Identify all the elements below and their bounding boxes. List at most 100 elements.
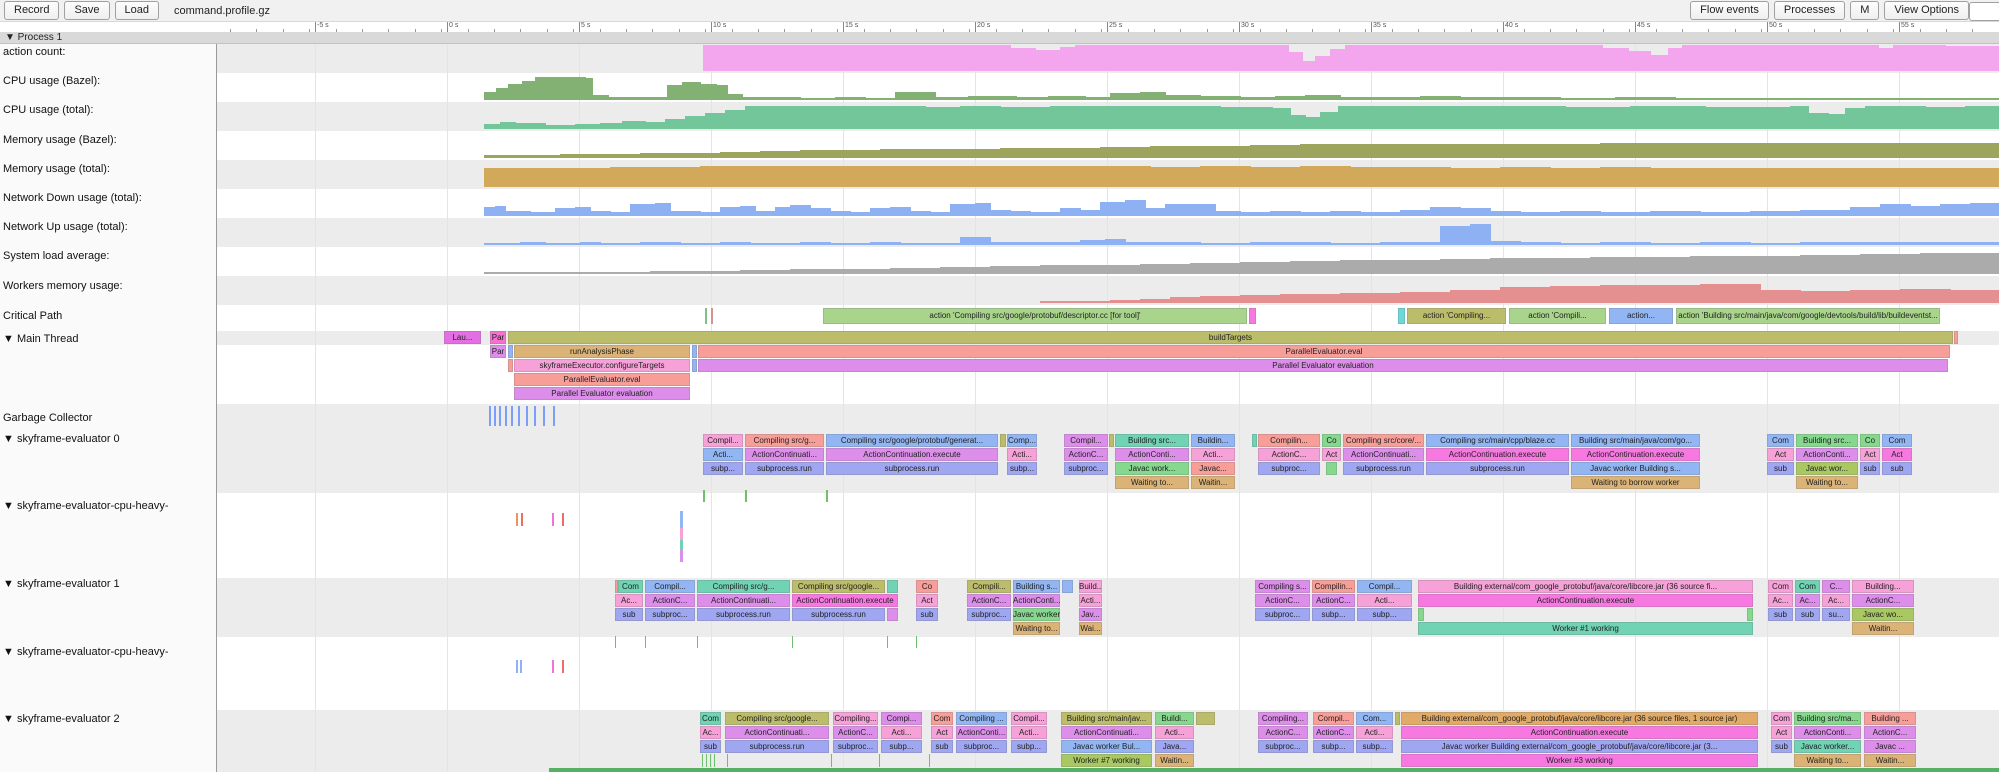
trace-event-bar[interactable]: Building external/com_google_protobuf/ja… — [1418, 580, 1753, 593]
trace-event-bar[interactable]: Compil... — [645, 580, 695, 593]
event-tick-mark[interactable] — [706, 754, 707, 767]
trace-event-bar[interactable]: Com — [1795, 580, 1820, 593]
trace-event-bar[interactable]: Compiling... — [1258, 712, 1308, 725]
trace-event-bar[interactable]: Waitin... — [1191, 476, 1235, 489]
trace-event-bar[interactable]: Compiling src/google... — [792, 580, 885, 593]
toolbar-stub-button[interactable] — [1969, 2, 1999, 21]
trace-event-bar[interactable]: Acti... — [1007, 448, 1037, 461]
trace-event-bar[interactable]: ParallelEvaluator.eval — [698, 345, 1950, 358]
event-tick-mark[interactable] — [494, 406, 496, 426]
trace-event-bar[interactable]: Compili... — [967, 580, 1011, 593]
trace-event-bar[interactable]: Parallel Evaluator evaluation — [698, 359, 1948, 372]
trace-event-bar[interactable]: ActionContinuati... — [745, 448, 824, 461]
trace-event-bar[interactable]: subprocess.run — [745, 462, 824, 475]
trace-event-bar[interactable]: ActionContinuation.execute — [1426, 448, 1569, 461]
event-tick-mark[interactable] — [680, 540, 683, 550]
trace-event-bar[interactable]: Building src... — [1115, 434, 1189, 447]
track-label-toggle[interactable]: ▼ skyframe-evaluator 1 — [3, 578, 120, 590]
trace-event-bar[interactable]: Acti... — [1356, 726, 1393, 739]
trace-event-bar[interactable]: action 'Building src/main/java/com/googl… — [1676, 308, 1940, 324]
trace-event-bar[interactable]: Buildi... — [1155, 712, 1194, 725]
trace-event-bar[interactable]: Building src/main/java/com/go... — [1571, 434, 1700, 447]
trace-event-bar[interactable]: subprocess.run — [826, 462, 998, 475]
trace-event-bar[interactable]: Build... — [1079, 580, 1102, 593]
trace-event-bar[interactable]: Javac worker Building s... — [1571, 462, 1700, 475]
trace-event-bar[interactable]: sub — [1771, 740, 1792, 753]
trace-event-bar[interactable]: ActionC... — [833, 726, 878, 739]
view-options-button[interactable]: View Options — [1884, 1, 1969, 20]
trace-event-bar[interactable]: subp... — [1312, 608, 1355, 621]
event-tick-mark[interactable] — [879, 754, 880, 767]
trace-event-bar[interactable]: ActionC... — [1312, 594, 1355, 607]
trace-event-bar[interactable]: Building s... — [1013, 580, 1060, 593]
trace-event-bar[interactable]: Wai... — [1079, 622, 1102, 635]
trace-event-bar[interactable]: Javac work... — [1115, 462, 1189, 475]
event-tick-mark[interactable] — [745, 490, 747, 502]
trace-event-bar[interactable]: Building... — [1852, 580, 1914, 593]
trace-event-bar[interactable]: sub — [615, 608, 643, 621]
trace-event-bar[interactable]: subproc... — [956, 740, 1007, 753]
trace-event-bar[interactable]: Compiling s... — [1255, 580, 1310, 593]
record-button[interactable]: Record — [4, 1, 59, 20]
trace-event-bar[interactable]: Comp... — [1007, 434, 1037, 447]
event-tick-mark[interactable] — [518, 406, 520, 426]
event-tick-mark[interactable] — [543, 406, 545, 426]
trace-event-bar[interactable]: Ac... — [700, 726, 721, 739]
trace-event-bar[interactable]: Waiting to... — [1794, 754, 1861, 767]
trace-event-bar[interactable]: Compi... — [881, 712, 922, 725]
trace-event-bar[interactable]: Building external/com_google_protobuf/ja… — [1401, 712, 1758, 725]
event-tick-mark[interactable] — [562, 513, 564, 526]
trace-event-bar[interactable]: action 'Compiling... — [1407, 308, 1506, 324]
trace-event-bar[interactable]: Waitin... — [1155, 754, 1194, 767]
trace-event-bar[interactable] — [705, 308, 707, 324]
trace-event-bar[interactable] — [1398, 308, 1405, 324]
trace-event-bar[interactable]: Javac ... — [1864, 740, 1916, 753]
trace-event-bar[interactable]: Act — [1882, 448, 1912, 461]
trace-event-bar[interactable]: Building src... — [1796, 434, 1858, 447]
trace-event-bar[interactable]: subprocess.run — [1343, 462, 1424, 475]
trace-event-bar[interactable] — [1196, 712, 1215, 725]
trace-event-bar[interactable]: Compil... — [1357, 580, 1412, 593]
trace-event-bar[interactable]: subproc... — [967, 608, 1011, 621]
trace-event-bar[interactable] — [692, 359, 697, 372]
trace-event-bar[interactable]: skyframeExecutor.configureTargets — [514, 359, 690, 372]
trace-event-bar[interactable]: Com — [1882, 434, 1912, 447]
trace-event-bar[interactable] — [1395, 712, 1400, 725]
trace-event-bar[interactable]: Par — [490, 331, 506, 344]
track-label-toggle[interactable]: ▼ Main Thread — [3, 333, 79, 345]
trace-event-bar[interactable]: action... — [1609, 308, 1673, 324]
trace-event-bar[interactable]: ActionC... — [1852, 594, 1914, 607]
event-tick-mark[interactable] — [499, 406, 501, 426]
event-tick-mark[interactable] — [534, 406, 536, 426]
trace-event-bar[interactable]: sub — [931, 740, 953, 753]
trace-event-bar[interactable]: sub — [1795, 608, 1820, 621]
trace-event-bar[interactable]: ActionContinuation.execute — [792, 594, 898, 607]
trace-event-bar[interactable]: subproc... — [1258, 740, 1308, 753]
trace-event-bar[interactable]: Com — [700, 712, 721, 725]
event-tick-mark[interactable] — [505, 406, 507, 426]
trace-event-bar[interactable]: Act — [1767, 448, 1794, 461]
event-tick-mark[interactable] — [697, 636, 698, 648]
trace-event-bar[interactable]: ActionC... — [967, 594, 1011, 607]
trace-event-bar[interactable]: Compiling src/google/protobuf/generat... — [826, 434, 998, 447]
trace-event-bar[interactable]: Compiling src/google... — [725, 712, 829, 725]
trace-event-bar[interactable]: ActionC... — [1258, 448, 1320, 461]
trace-event-bar[interactable]: Par — [490, 345, 506, 358]
process-header[interactable]: ▼ Process 1 — [0, 32, 1999, 44]
trace-event-bar[interactable]: Java... — [1155, 740, 1194, 753]
trace-event-bar[interactable]: Acti... — [1357, 594, 1412, 607]
trace-event-bar[interactable]: Acti... — [1011, 726, 1047, 739]
trace-event-bar[interactable]: Compiling... — [833, 712, 878, 725]
processes-button[interactable]: Processes — [1774, 1, 1845, 20]
trace-event-bar[interactable]: Compiling src/core/... — [1343, 434, 1424, 447]
trace-event-bar[interactable]: Acti... — [1155, 726, 1194, 739]
trace-event-bar[interactable]: subproc... — [1255, 608, 1310, 621]
trace-event-bar[interactable]: Act — [1771, 726, 1792, 739]
trace-event-bar[interactable] — [1109, 434, 1114, 447]
trace-event-bar[interactable]: sub — [1767, 462, 1794, 475]
trace-event-bar[interactable]: Co — [1322, 434, 1341, 447]
track-label-toggle[interactable]: ▼ skyframe-evaluator 2 — [3, 713, 120, 725]
trace-event-bar[interactable] — [887, 580, 898, 593]
trace-event-bar[interactable]: ActionContinuati... — [1343, 448, 1424, 461]
trace-event-bar[interactable]: Building src/ma... — [1794, 712, 1861, 725]
